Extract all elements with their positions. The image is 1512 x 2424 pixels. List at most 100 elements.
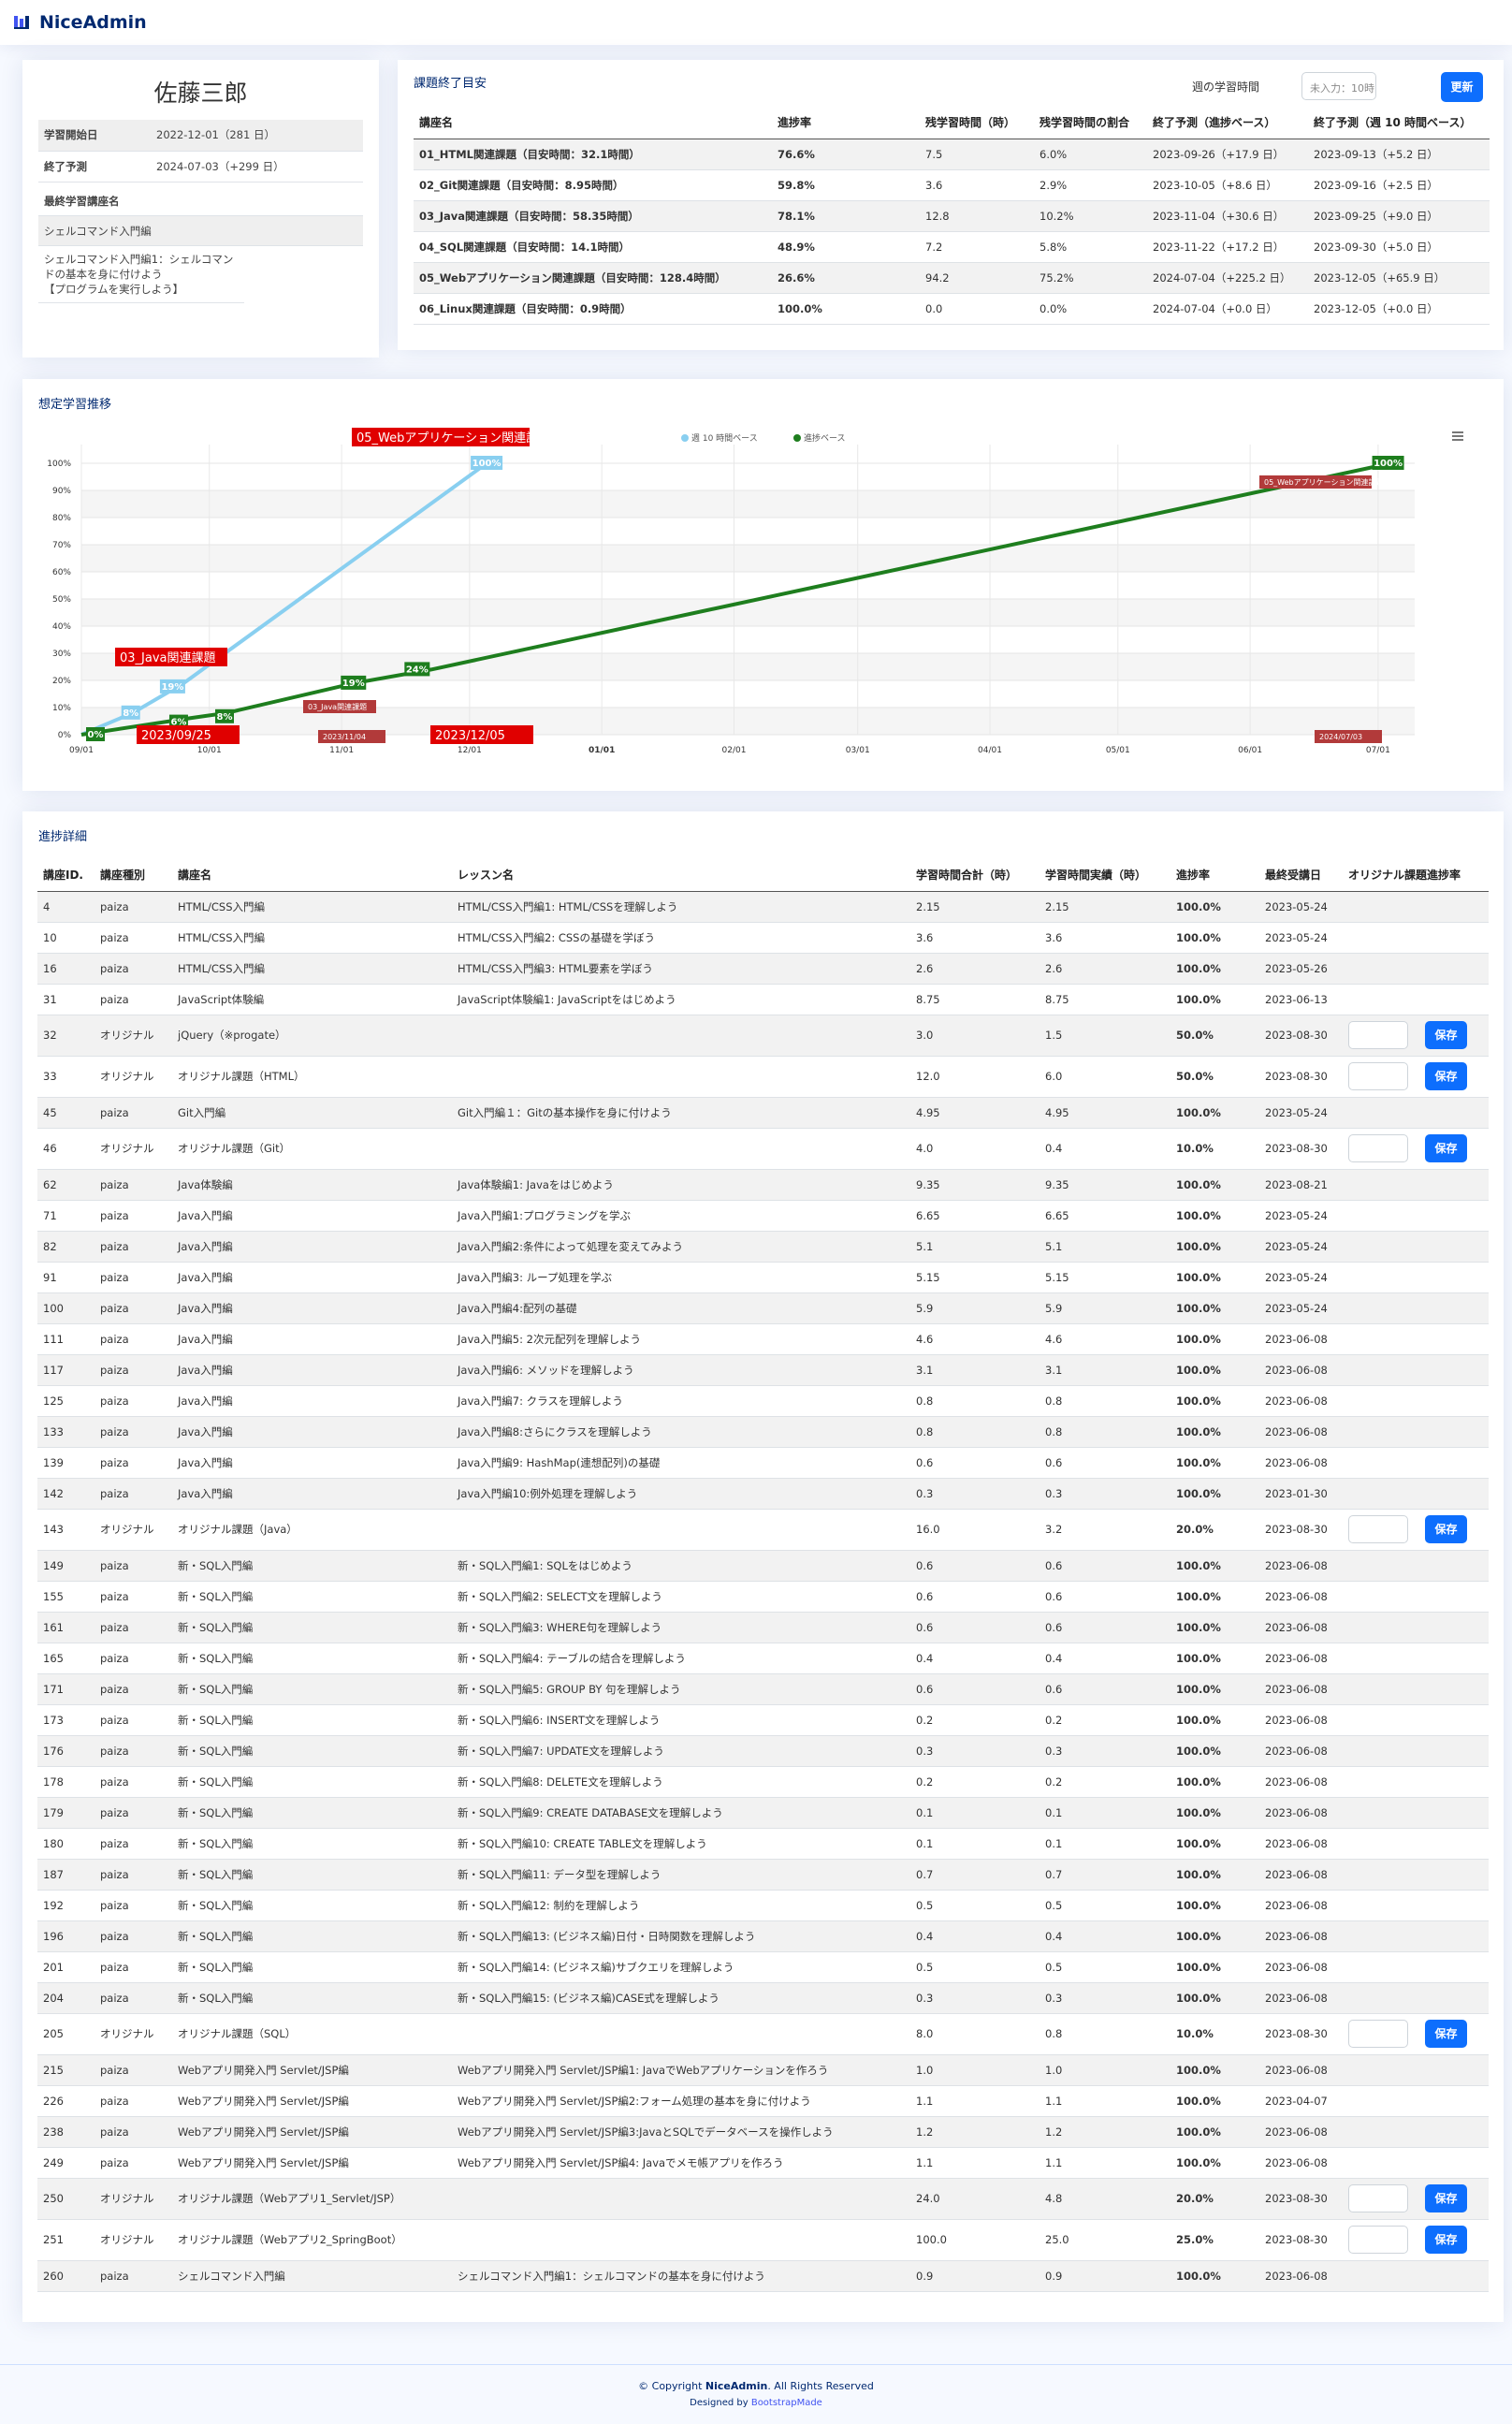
progress-cell: 251	[37, 2219, 94, 2261]
progress-cell: オリジナル課題（HTML）	[172, 1056, 452, 1098]
progress-cell: 1.1	[910, 2085, 1040, 2117]
weekly-hours-input[interactable]: 未入力：10時間	[1301, 72, 1376, 100]
progress-cell: paiza	[94, 1859, 172, 1891]
progress-cell: 2023-08-30	[1259, 2013, 1343, 2055]
goal-cell: 7.5	[920, 139, 1034, 170]
goal-cell: 0.0	[920, 293, 1034, 325]
original-progress-input[interactable]	[1348, 2226, 1408, 2254]
save-button[interactable]: 保存	[1425, 1134, 1467, 1162]
progress-cell: 0.8	[1040, 2013, 1170, 2055]
progress-cell: Java入門編7: クラスを理解しよう	[452, 1385, 910, 1417]
copyright-brand: NiceAdmin	[705, 2380, 768, 2392]
progress-cell: 173	[37, 1704, 94, 1736]
progress-cell: 10.0%	[1170, 2013, 1259, 2055]
goal-cell: 2023-09-25（+9.0 日）	[1308, 200, 1490, 232]
save-button[interactable]: 保存	[1425, 1062, 1467, 1090]
progress-cell: Java入門編2:条件によって処理を変えてみよう	[452, 1231, 910, 1263]
progress-cell: HTML/CSS入門編	[172, 922, 452, 954]
progress-cell: jQuery（※progate）	[172, 1015, 452, 1057]
update-button[interactable]: 更新	[1441, 72, 1483, 102]
progress-row: 111 paiza Java入門編 Java入門編5: 2次元配列を理解しよう 4.6 4…	[37, 1323, 1489, 1355]
save-button[interactable]: 保存	[1425, 2184, 1467, 2212]
chart-grid-band	[81, 490, 1415, 518]
progress-cell: 新・SQL入門編13: (ビジネス編)日付・日時関数を理解しよう	[452, 1920, 910, 1952]
progress-cell: 100.0%	[1170, 1735, 1259, 1767]
progress-cell: 205	[37, 2013, 94, 2055]
progress-cell: 0.6	[910, 1612, 1040, 1643]
original-progress-input[interactable]	[1348, 2020, 1408, 2048]
chart-annotation: 03_Java関連課題	[308, 702, 367, 711]
progress-col-header: 講座種別	[94, 859, 172, 892]
progress-row: 205 オリジナル オリジナル課題（SQL） 8.0 0.8 10.0% 2023-08-3…	[37, 2013, 1489, 2055]
progress-cell: 155	[37, 1581, 94, 1613]
progress-cell: 0.2	[910, 1766, 1040, 1798]
progress-cell: 100.0%	[1170, 1828, 1259, 1860]
brand-name[interactable]: NiceAdmin	[39, 12, 147, 33]
goal-col-header: 講座名	[414, 107, 772, 139]
progress-cell: Git入門編１：Gitの基本操作を身に付けよう	[452, 1097, 910, 1129]
progress-cell: 2023-06-08	[1259, 1766, 1343, 1798]
progress-cell: 2023-08-30	[1259, 1128, 1343, 1170]
goal-cell: 2023-09-30（+5.0 日）	[1308, 231, 1490, 263]
original-progress-cell	[1343, 1828, 1489, 1860]
original-progress-cell	[1343, 1890, 1489, 1921]
progress-cell: 1.5	[1040, 1015, 1170, 1057]
progress-cell: paiza	[94, 1097, 172, 1129]
goal-course-name: 01_HTML関連課題（目安時間：32.1時間）	[414, 139, 772, 170]
progress-cell: 100.0%	[1170, 1200, 1259, 1232]
chart-y-tick: 20%	[52, 677, 71, 686]
progress-cell: 2023-06-08	[1259, 1385, 1343, 1417]
goal-row: 03_Java関連課題（目安時間：58.35時間） 78.1% 12.8 10.2% 2…	[414, 200, 1490, 232]
progress-cell	[452, 1128, 910, 1170]
goal-cell: 3.6	[920, 169, 1034, 201]
original-progress-input[interactable]	[1348, 2184, 1408, 2212]
save-button[interactable]: 保存	[1425, 2226, 1467, 2254]
progress-cell: 2023-06-08	[1259, 1354, 1343, 1386]
goal-title: 課題終了目安	[414, 77, 487, 91]
original-progress-input[interactable]	[1348, 1062, 1408, 1090]
original-progress-input[interactable]	[1348, 1021, 1408, 1049]
progress-cell: 3.6	[1040, 922, 1170, 954]
original-progress-input[interactable]	[1348, 1134, 1408, 1162]
original-progress-cell	[1343, 2116, 1489, 2148]
goal-row: 02_Git関連課題（目安時間：8.95時間） 59.8% 3.6 2.9% 2023-…	[414, 169, 1490, 201]
progress-row: 201 paiza 新・SQL入門編 新・SQL入門編14: (ビジネス編)サブクエリ…	[37, 1951, 1489, 1983]
progress-col-header: 最終受講日	[1259, 859, 1343, 892]
goal-cell: 0.0%	[1034, 293, 1147, 325]
progress-cell: 25.0%	[1170, 2219, 1259, 2261]
progress-cell: オリジナル	[94, 2013, 172, 2055]
progress-cell: paiza	[94, 1231, 172, 1263]
goal-col-header: 終了予測（週 10 時間ベース）	[1308, 107, 1490, 139]
progress-cell: オリジナル	[94, 1056, 172, 1098]
progress-row: 62 paiza Java体験編 Java体験編1: Javaをはじめよう 9.35 9.…	[37, 1169, 1489, 1201]
copyright-suffix: . All Rights Reserved	[767, 2380, 874, 2392]
save-button[interactable]: 保存	[1425, 1515, 1467, 1543]
progress-cell: 2023-06-08	[1259, 1797, 1343, 1829]
progress-cell: 2023-06-13	[1259, 984, 1343, 1015]
progress-cell: 100.0%	[1170, 1323, 1259, 1355]
chart-data-label: 100%	[472, 459, 502, 469]
last-course-name: シェルコマンド入門編	[38, 215, 363, 246]
progress-cell: paiza	[94, 922, 172, 954]
goal-course-name: 03_Java関連課題（目安時間：58.35時間）	[414, 200, 772, 232]
designed-by-link[interactable]: BootstrapMade	[751, 2398, 822, 2408]
original-progress-input[interactable]	[1348, 1515, 1408, 1543]
progress-cell: 新・SQL入門編7: UPDATE文を理解しよう	[452, 1735, 910, 1767]
progress-cell: 2023-05-24	[1259, 1262, 1343, 1293]
progress-cell: 215	[37, 2054, 94, 2086]
save-button[interactable]: 保存	[1425, 2020, 1467, 2048]
progress-col-header: 進捗率	[1170, 859, 1259, 892]
progress-cell: 0.5	[910, 1951, 1040, 1983]
original-progress-cell	[1343, 1920, 1489, 1952]
original-progress-cell	[1343, 1169, 1489, 1201]
original-progress-cell	[1343, 1735, 1489, 1767]
progress-cell: 新・SQL入門編	[172, 1673, 452, 1705]
progress-cell: 139	[37, 1447, 94, 1479]
goal-row: 06_Linux関連課題（目安時間：0.9時間） 100.0% 0.0 0.0% 202…	[414, 293, 1490, 325]
chart-annotation: 2023/09/25	[141, 729, 211, 743]
progress-cell: 2023-01-30	[1259, 1478, 1343, 1510]
progress-cell: Webアプリ開発入門 Servlet/JSP編2:フォーム処理の基本を身に付けよ…	[452, 2085, 910, 2117]
progress-cell: 2023-05-26	[1259, 953, 1343, 985]
save-button[interactable]: 保存	[1425, 1021, 1467, 1049]
progress-cell: 100.0%	[1170, 1262, 1259, 1293]
